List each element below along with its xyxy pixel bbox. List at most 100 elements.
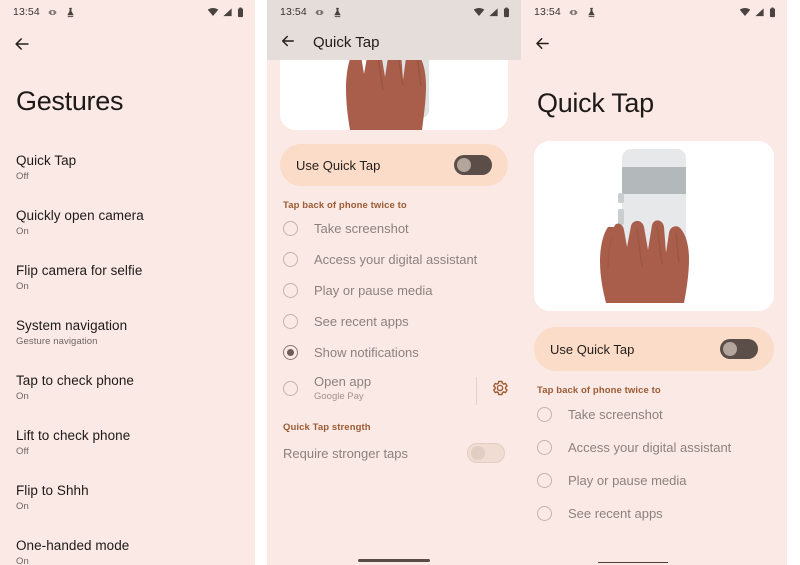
app-bar-title: Quick Tap bbox=[313, 33, 380, 51]
science-icon bbox=[65, 7, 76, 18]
radio-button-icon[interactable] bbox=[283, 283, 298, 298]
panel-quick-tap-scrolled: 13:54 Quick Tap Use Quick Tap Tap back o… bbox=[267, 0, 521, 565]
status-bar-clock: 13:54 bbox=[534, 6, 561, 18]
radio-option-label: Play or pause media bbox=[568, 473, 687, 488]
section-header-tap-back: Tap back of phone twice to bbox=[283, 200, 407, 211]
nav-row bbox=[0, 24, 255, 64]
radio-option-play-pause-media[interactable]: Play or pause media bbox=[521, 464, 787, 497]
panel-gap bbox=[255, 0, 267, 565]
hand-on-phone-illustration bbox=[534, 141, 774, 311]
radio-button-icon[interactable] bbox=[537, 473, 552, 488]
nav-row bbox=[521, 24, 787, 64]
radio-option-open-app[interactable]: Open app Google Pay bbox=[267, 368, 521, 408]
radio-option-label: Access your digital assistant bbox=[314, 252, 478, 267]
wifi-icon bbox=[739, 6, 751, 18]
list-item[interactable]: Flip to Shhh On bbox=[16, 461, 239, 516]
radio-option-digital-assistant[interactable]: Access your digital assistant bbox=[521, 431, 787, 464]
radio-button-icon[interactable] bbox=[283, 221, 298, 236]
list-item[interactable]: Quick Tap Off bbox=[16, 141, 239, 186]
use-quick-tap-row[interactable]: Use Quick Tap bbox=[280, 144, 508, 186]
open-app-subtitle: Google Pay bbox=[314, 391, 364, 402]
page-title: Quick Tap bbox=[537, 88, 654, 118]
list-item-title: Quickly open camera bbox=[16, 208, 144, 223]
list-item[interactable]: Lift to check phone Off bbox=[16, 406, 239, 461]
radio-option-label: Access your digital assistant bbox=[568, 440, 732, 455]
pill-icon bbox=[314, 7, 325, 18]
signal-icon bbox=[754, 7, 765, 18]
radio-option-show-notifications[interactable]: Show notifications bbox=[267, 337, 521, 368]
illustration-card-clipped bbox=[280, 60, 508, 130]
radio-button-icon[interactable] bbox=[537, 506, 552, 521]
list-item[interactable]: One-handed mode On bbox=[16, 516, 239, 565]
radio-button-icon[interactable] bbox=[537, 440, 552, 455]
radio-option-label: Play or pause media bbox=[314, 283, 433, 298]
science-icon bbox=[586, 7, 597, 18]
status-bar-right bbox=[473, 6, 511, 18]
radio-option-label: Show notifications bbox=[314, 345, 419, 360]
list-item[interactable]: Flip camera for selfie On bbox=[16, 241, 239, 296]
radio-option-label: See recent apps bbox=[314, 314, 409, 329]
screenshot-stage: 13:54 Gestures Quick Tap Off Quickly ope… bbox=[0, 0, 800, 565]
list-item-subtitle: Off bbox=[16, 446, 29, 457]
list-item-title: System navigation bbox=[16, 318, 128, 333]
list-item[interactable]: Quickly open camera On bbox=[16, 186, 239, 241]
page-title: Gestures bbox=[16, 86, 124, 116]
pill-icon bbox=[568, 7, 579, 18]
radio-option-see-recent-apps[interactable]: See recent apps bbox=[521, 497, 787, 530]
list-item-subtitle: Off bbox=[16, 171, 29, 182]
radio-option-take-screenshot[interactable]: Take screenshot bbox=[267, 213, 521, 244]
radio-button-icon[interactable] bbox=[283, 380, 298, 396]
gear-icon[interactable] bbox=[491, 379, 509, 397]
use-quick-tap-label: Use Quick Tap bbox=[550, 341, 635, 357]
radio-option-digital-assistant[interactable]: Access your digital assistant bbox=[267, 244, 521, 275]
back-arrow-icon[interactable] bbox=[12, 34, 32, 54]
open-app-title: Open app bbox=[314, 374, 372, 389]
status-bar: 13:54 bbox=[521, 0, 787, 24]
scrolled-app-bar: 13:54 Quick Tap bbox=[267, 0, 521, 60]
section-header-quick-tap-strength: Quick Tap strength bbox=[283, 422, 371, 433]
illustration-card bbox=[534, 141, 774, 311]
radio-option-play-pause-media[interactable]: Play or pause media bbox=[267, 275, 521, 306]
back-arrow-icon[interactable] bbox=[533, 34, 553, 54]
list-item-subtitle: On bbox=[16, 501, 29, 512]
panel-quick-tap-top: 13:54 Quick Tap Use Quick Tap Tap back o… bbox=[521, 0, 787, 565]
list-item[interactable]: System navigation Gesture navigation bbox=[16, 296, 239, 351]
list-item-title: One-handed mode bbox=[16, 538, 130, 553]
radio-option-take-screenshot[interactable]: Take screenshot bbox=[521, 398, 787, 431]
radio-option-see-recent-apps[interactable]: See recent apps bbox=[267, 306, 521, 337]
require-stronger-taps-label: Require stronger taps bbox=[283, 445, 409, 461]
radio-button-icon-selected[interactable] bbox=[283, 345, 298, 360]
status-bar-left: 13:54 bbox=[280, 6, 343, 18]
radio-option-label: Open app Google Pay bbox=[314, 374, 371, 402]
section-header-tap-back: Tap back of phone twice to bbox=[537, 385, 661, 396]
back-arrow-icon[interactable] bbox=[279, 32, 299, 52]
quick-tap-action-options: Take screenshot Access your digital assi… bbox=[267, 213, 521, 408]
quick-tap-action-options: Take screenshot Access your digital assi… bbox=[521, 398, 787, 530]
nav-row: Quick Tap bbox=[267, 24, 521, 60]
list-item[interactable]: Tap to check phone On bbox=[16, 351, 239, 406]
pill-icon bbox=[47, 7, 58, 18]
require-stronger-taps-row[interactable]: Require stronger taps bbox=[267, 435, 521, 471]
list-item-title: Flip camera for selfie bbox=[16, 263, 143, 278]
list-item-subtitle: On bbox=[16, 226, 29, 237]
signal-icon bbox=[222, 7, 233, 18]
radio-button-icon[interactable] bbox=[283, 314, 298, 329]
battery-icon bbox=[768, 6, 777, 18]
radio-button-icon[interactable] bbox=[283, 252, 298, 267]
list-item-title: Lift to check phone bbox=[16, 428, 131, 443]
status-bar-clock: 13:54 bbox=[280, 6, 307, 18]
status-bar: 13:54 bbox=[0, 0, 255, 24]
list-item-subtitle: On bbox=[16, 281, 29, 292]
panel-gestures: 13:54 Gestures Quick Tap Off Quickly ope… bbox=[0, 0, 255, 565]
radio-option-label: See recent apps bbox=[568, 506, 663, 521]
require-stronger-taps-toggle[interactable] bbox=[467, 443, 505, 463]
use-quick-tap-row[interactable]: Use Quick Tap bbox=[534, 327, 774, 371]
list-item-title: Flip to Shhh bbox=[16, 483, 89, 498]
radio-button-icon[interactable] bbox=[537, 407, 552, 422]
list-item-subtitle: Gesture navigation bbox=[16, 336, 98, 347]
status-bar-right bbox=[739, 6, 777, 18]
use-quick-tap-toggle[interactable] bbox=[720, 339, 758, 359]
hand-on-phone-illustration bbox=[280, 60, 508, 130]
status-bar: 13:54 bbox=[267, 0, 521, 24]
use-quick-tap-toggle[interactable] bbox=[454, 155, 492, 175]
